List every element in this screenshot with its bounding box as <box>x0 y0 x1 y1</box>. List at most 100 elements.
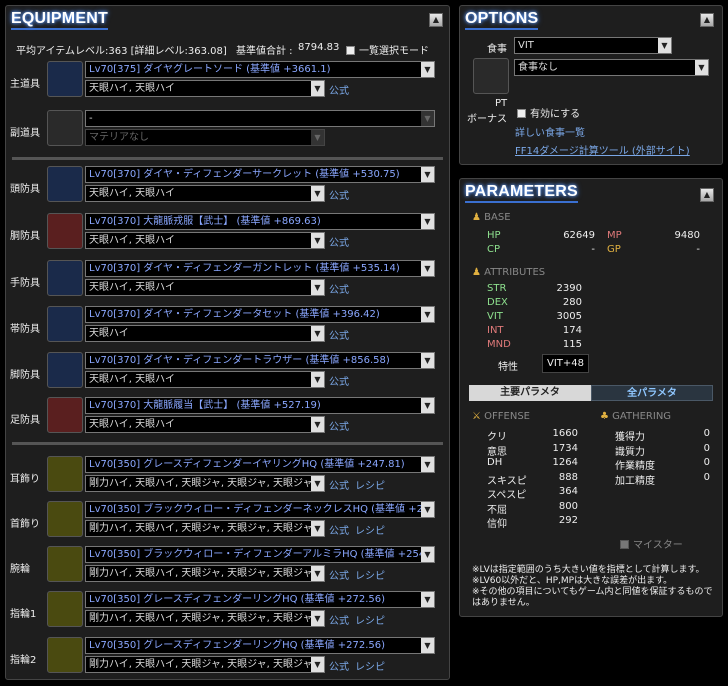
chevron-down-icon[interactable]: ▼ <box>421 167 434 182</box>
chevron-down-icon[interactable]: ▼ <box>421 307 434 322</box>
item-select[interactable]: Lv70[350] ブラックウィロー・ディフェンダーネックレスHQ (基準値 +… <box>85 501 435 518</box>
official-link[interactable]: 公式 <box>329 327 349 342</box>
greatsword-icon[interactable] <box>47 61 83 97</box>
materia-select[interactable]: マテリアなし ▼ <box>85 129 325 146</box>
materia-select[interactable]: 剛力ハイ, 天眼ハイ, 天眼ジャ, 天眼ジャ, 天眼ジャ ▼ <box>85 475 325 492</box>
materia-select[interactable]: 剛力ハイ, 天眼ハイ, 天眼ジャ, 天眼ジャ, 天眼ジャ ▼ <box>85 565 325 582</box>
official-link[interactable]: 公式 <box>329 82 349 97</box>
official-link[interactable]: 公式 <box>329 522 349 537</box>
materia-select[interactable]: 天眼ハイ, 天眼ハイ ▼ <box>85 185 325 202</box>
chevron-down-icon[interactable]: ▼ <box>311 566 324 581</box>
chevron-down-icon[interactable]: ▼ <box>311 81 324 96</box>
materia-select[interactable]: 天眼ハイ, 天眼ハイ ▼ <box>85 80 325 97</box>
chevron-down-icon[interactable]: ▼ <box>421 62 434 77</box>
item-select[interactable]: Lv70[370] 大龍脈履当【武士】 (基準値 +527.19) ▼ <box>85 397 435 414</box>
chevron-down-icon[interactable]: ▼ <box>311 521 324 536</box>
official-link[interactable]: 公式 <box>329 567 349 582</box>
ring-icon[interactable] <box>47 591 83 627</box>
materia-select[interactable]: 剛力ハイ, 天眼ハイ, 天眼ジャ, 天眼ジャ, 天眼ジャ ▼ <box>85 520 325 537</box>
official-link[interactable]: 公式 <box>329 281 349 296</box>
item-select[interactable]: Lv70[350] グレースディフェンダーリングHQ (基準値 +272.56)… <box>85 591 435 608</box>
enable-bonus-checkbox[interactable]: 有効にする <box>517 105 580 120</box>
collapse-options-button[interactable]: ▲ <box>700 13 714 27</box>
official-link[interactable]: 公式 <box>329 612 349 627</box>
collapse-parameters-button[interactable]: ▲ <box>700 188 714 202</box>
recipe-link[interactable]: レシピ <box>355 522 385 537</box>
item-select[interactable]: Lv70[370] ダイヤ・ディフェンダートラウザー (基準値 +856.58)… <box>85 352 435 369</box>
item-select[interactable]: Lv70[370] ダイヤ・ディフェンダーサークレット (基準値 +530.75… <box>85 166 435 183</box>
recipe-link[interactable]: レシピ <box>355 658 385 673</box>
item-select[interactable]: Lv70[350] グレースディフェンダーイヤリングHQ (基準値 +247.8… <box>85 456 435 473</box>
chevron-down-icon[interactable]: ▼ <box>311 611 324 626</box>
item-select[interactable]: Lv70[350] グレースディフェンダーリングHQ (基準値 +272.56)… <box>85 637 435 654</box>
chevron-down-icon[interactable]: ▼ <box>695 60 708 75</box>
item-select[interactable]: Lv70[370] ダイヤ・ディフェンダーガントレット (基準値 +535.14… <box>85 260 435 277</box>
coat-icon[interactable] <box>47 213 83 249</box>
chevron-down-icon[interactable]: ▼ <box>421 214 434 229</box>
materia-select[interactable]: 剛力ハイ, 天眼ハイ, 天眼ジャ, 天眼ジャ, 天眼ジャ ▼ <box>85 656 325 673</box>
chevron-down-icon[interactable]: ▼ <box>421 261 434 276</box>
ring-icon[interactable] <box>47 637 83 673</box>
checkbox-icon[interactable] <box>346 46 355 55</box>
chevron-down-icon[interactable]: ▼ <box>421 398 434 413</box>
recipe-link[interactable]: レシピ <box>355 477 385 492</box>
food-stat-select[interactable]: VIT ▼ <box>514 37 672 54</box>
recipe-link[interactable]: レシピ <box>355 567 385 582</box>
item-select[interactable]: Lv70[375] ダイヤグレートソード (基準値 +3661.1) ▼ <box>85 61 435 78</box>
official-link[interactable]: 公式 <box>329 187 349 202</box>
chevron-down-icon[interactable]: ▼ <box>421 592 434 607</box>
select-mode-checkbox[interactable]: 一覧選択モード <box>346 42 429 57</box>
checkbox-icon[interactable] <box>620 540 629 549</box>
food-item-select[interactable]: 食事なし ▼ <box>514 59 709 76</box>
official-link[interactable]: 公式 <box>329 477 349 492</box>
chevron-down-icon[interactable]: ▼ <box>311 130 324 145</box>
ff14-damage-tool-link[interactable]: FF14ダメージ計算ツール (外部サイト) <box>515 142 690 157</box>
gauntlet-icon[interactable] <box>47 260 83 296</box>
chevron-down-icon[interactable]: ▼ <box>421 111 434 126</box>
chevron-down-icon[interactable]: ▼ <box>421 457 434 472</box>
empty-slot-icon[interactable] <box>47 110 83 146</box>
chevron-down-icon[interactable]: ▼ <box>421 547 434 562</box>
materia-select[interactable]: 剛力ハイ, 天眼ハイ, 天眼ジャ, 天眼ジャ, 天眼ジャ ▼ <box>85 610 325 627</box>
recipe-link[interactable]: レシピ <box>355 612 385 627</box>
tab-all-params[interactable]: 全パラメタ <box>591 385 713 401</box>
boots-icon[interactable] <box>47 397 83 433</box>
official-link[interactable]: 公式 <box>329 658 349 673</box>
chevron-down-icon[interactable]: ▼ <box>311 326 324 341</box>
materia-select[interactable]: 天眼ハイ ▼ <box>85 325 325 342</box>
chevron-down-icon[interactable]: ▼ <box>311 657 324 672</box>
item-select[interactable]: Lv70[370] ダイヤ・ディフェンダータセット (基準値 +396.42) ▼ <box>85 306 435 323</box>
tasset-icon[interactable] <box>47 306 83 342</box>
chevron-down-icon[interactable]: ▼ <box>421 502 434 517</box>
checkbox-icon[interactable] <box>517 109 526 118</box>
official-link[interactable]: 公式 <box>329 373 349 388</box>
materia-select[interactable]: 天眼ハイ, 天眼ハイ ▼ <box>85 371 325 388</box>
item-select[interactable]: Lv70[350] ブラックウィロー・ディフェンダーアルミラHQ (基準値 +2… <box>85 546 435 563</box>
chevron-down-icon[interactable]: ▼ <box>311 417 324 432</box>
chevron-down-icon[interactable]: ▼ <box>421 353 434 368</box>
chevron-down-icon[interactable]: ▼ <box>311 280 324 295</box>
chevron-down-icon[interactable]: ▼ <box>311 372 324 387</box>
official-link[interactable]: 公式 <box>329 234 349 249</box>
earring-icon[interactable] <box>47 456 83 492</box>
chevron-down-icon[interactable]: ▼ <box>311 233 324 248</box>
necklace-icon[interactable] <box>47 501 83 537</box>
item-select[interactable]: Lv70[370] 大龍脈戎服【武士】 (基準値 +869.63) ▼ <box>85 213 435 230</box>
bracelet-icon[interactable] <box>47 546 83 582</box>
chevron-down-icon[interactable]: ▼ <box>421 638 434 653</box>
master-checkbox[interactable]: マイスター <box>620 536 683 551</box>
food-list-link[interactable]: 詳しい食事一覧 <box>515 124 585 139</box>
item-select[interactable]: - ▼ <box>85 110 435 127</box>
chevron-down-icon[interactable]: ▼ <box>658 38 671 53</box>
chevron-down-icon[interactable]: ▼ <box>311 476 324 491</box>
item-select-value: Lv70[350] グレースディフェンダーイヤリングHQ (基準値 +247.8… <box>89 459 405 470</box>
materia-select[interactable]: 天眼ハイ, 天眼ハイ ▼ <box>85 232 325 249</box>
collapse-equipment-button[interactable]: ▲ <box>429 13 443 27</box>
materia-select[interactable]: 天眼ハイ, 天眼ハイ ▼ <box>85 416 325 433</box>
materia-select[interactable]: 天眼ハイ, 天眼ハイ ▼ <box>85 279 325 296</box>
official-link[interactable]: 公式 <box>329 418 349 433</box>
trousers-icon[interactable] <box>47 352 83 388</box>
circlet-icon[interactable] <box>47 166 83 202</box>
tab-main-params[interactable]: 主要パラメタ <box>469 385 591 401</box>
chevron-down-icon[interactable]: ▼ <box>311 186 324 201</box>
